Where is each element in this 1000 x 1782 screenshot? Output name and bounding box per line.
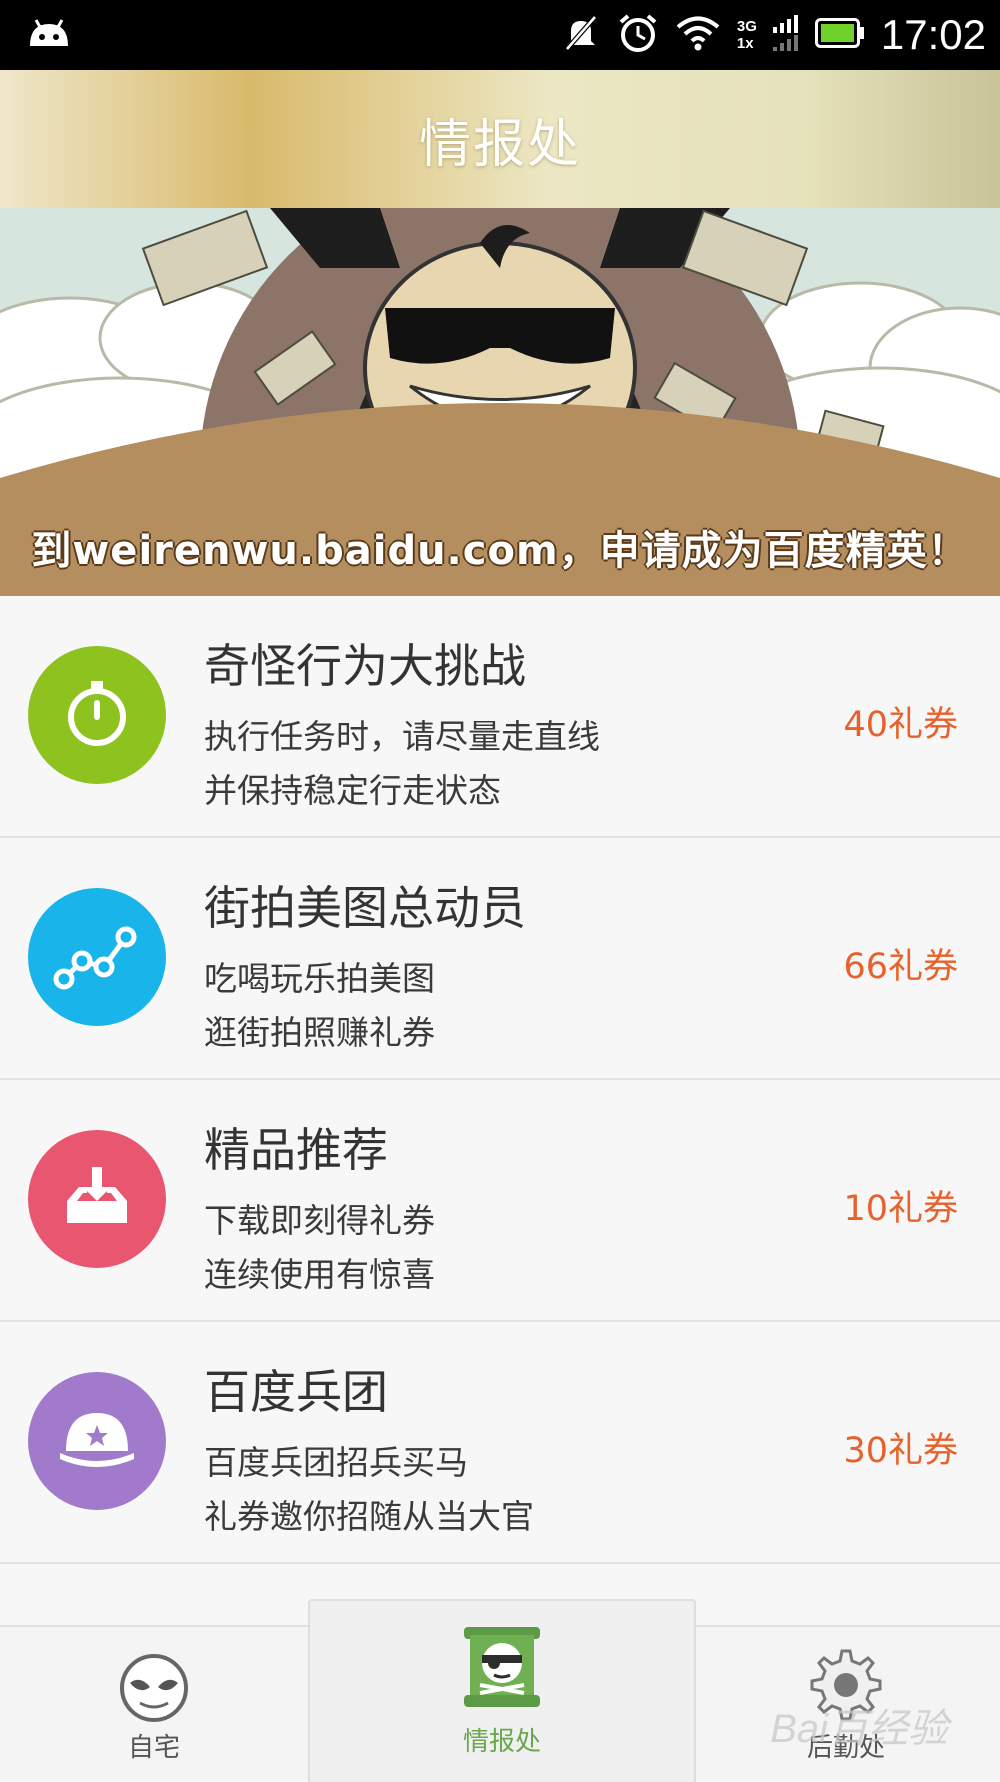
status-bar: 3G 1x 17:02 xyxy=(0,0,1000,70)
nav-tab-logistics[interactable]: 后勤处 xyxy=(692,1627,1000,1780)
task-description-line2: 并保持稳定行走状态 xyxy=(204,771,501,810)
task-description-line2: 连续使用有惊喜 xyxy=(204,1255,435,1294)
alarm-icon xyxy=(617,12,659,58)
task-reward: 30礼券 xyxy=(843,1431,958,1471)
wifi-icon xyxy=(675,14,721,56)
promo-banner[interactable]: 到weirenwu.baidu.com，申请成为百度精英！ xyxy=(0,208,1000,596)
bottom-nav: 自宅 情报处 后勤处 Bai百经验 xyxy=(0,1599,1000,1782)
task-description-line2: 礼券邀你招随从当大官 xyxy=(204,1497,534,1536)
task-icon-badge xyxy=(28,646,166,784)
task-description-line2: 逛街拍照赚礼券 xyxy=(204,1013,435,1052)
task-icon-badge xyxy=(28,1130,166,1268)
nav-tab-intel-active[interactable]: 情报处 xyxy=(308,1599,696,1782)
task-icon-badge xyxy=(28,888,166,1026)
network-type-3g: 3G xyxy=(736,18,757,35)
stopwatch-icon xyxy=(57,673,137,757)
task-item-street-photo[interactable]: 街拍美图总动员 吃喝玩乐拍美图 逛街拍照赚礼券 66礼券 xyxy=(0,838,1000,1080)
banner-caption: 到weirenwu.baidu.com，申请成为百度精英！ xyxy=(31,528,969,574)
task-item-featured-apps[interactable]: 精品推荐 下载即刻得礼券 连续使用有惊喜 10礼券 xyxy=(0,1080,1000,1322)
app-header: 情报处 xyxy=(0,70,1000,208)
task-title: 精品推荐 xyxy=(204,1123,388,1177)
signal-icon: 3G 1x xyxy=(737,18,757,52)
signal-bars-icon xyxy=(772,13,799,57)
nav-label: 自宅 xyxy=(127,1733,180,1763)
battery-icon xyxy=(814,17,865,53)
gear-icon xyxy=(808,1647,884,1727)
task-description-line1: 百度兵团招兵买马 xyxy=(204,1443,468,1482)
task-title: 街拍美图总动员 xyxy=(204,881,526,935)
task-icon-badge xyxy=(28,1372,166,1510)
task-reward: 10礼券 xyxy=(843,1189,958,1229)
task-reward: 40礼券 xyxy=(843,705,958,745)
task-title: 百度兵团 xyxy=(204,1365,388,1419)
mask-face-icon xyxy=(118,1653,190,1727)
nav-tab-home[interactable]: 自宅 xyxy=(0,1627,308,1780)
android-icon xyxy=(26,16,72,56)
helmet-icon xyxy=(52,1399,142,1483)
task-description-line1: 执行任务时，请尽量走直线 xyxy=(204,717,600,756)
task-item-baidu-legion[interactable]: 百度兵团 百度兵团招兵买马 礼券邀你招随从当大官 30礼券 xyxy=(0,1322,1000,1564)
nav-label: 情报处 xyxy=(462,1727,541,1757)
route-icon xyxy=(52,915,142,999)
network-type-1x: 1x xyxy=(736,35,754,52)
download-tray-icon xyxy=(57,1157,137,1241)
mute-icon xyxy=(561,13,601,57)
task-item-weird-behavior[interactable]: 奇怪行为大挑战 执行任务时，请尽量走直线 并保持稳定行走状态 40礼券 xyxy=(0,596,1000,838)
pirate-scroll-icon xyxy=(454,1619,550,1719)
task-title: 奇怪行为大挑战 xyxy=(204,639,526,693)
task-list: 奇怪行为大挑战 执行任务时，请尽量走直线 并保持稳定行走状态 40礼券 街拍美图… xyxy=(0,596,1000,1564)
nav-label: 后勤处 xyxy=(806,1733,885,1763)
page-title: 情报处 xyxy=(418,114,581,175)
status-time: 17:02 xyxy=(880,11,986,58)
task-description-line1: 下载即刻得礼券 xyxy=(204,1201,435,1240)
task-reward: 66礼券 xyxy=(843,947,958,987)
task-description-line1: 吃喝玩乐拍美图 xyxy=(204,959,435,998)
